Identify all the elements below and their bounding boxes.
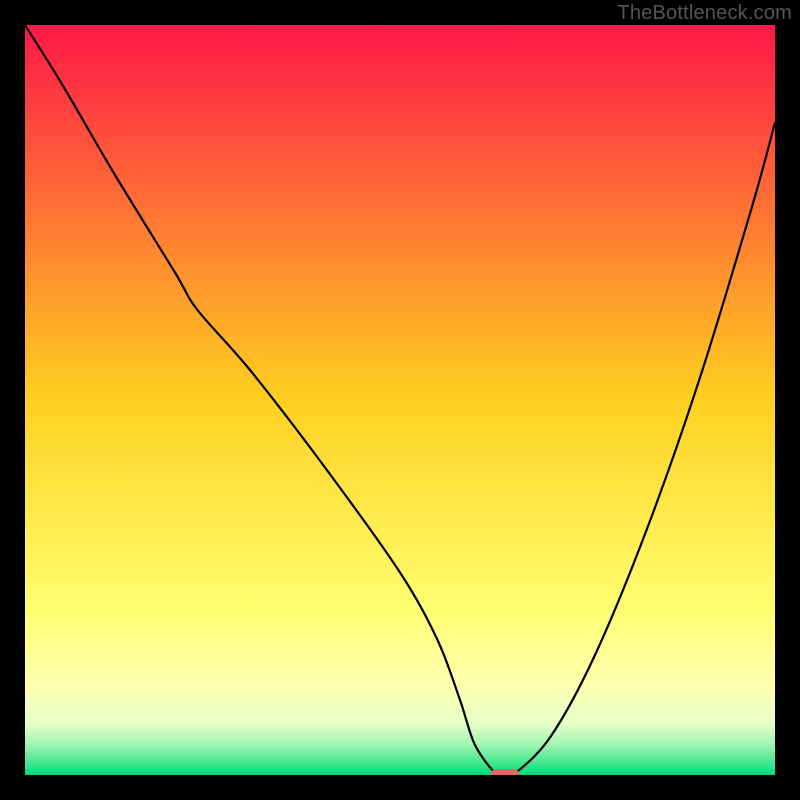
watermark-text: TheBottleneck.com bbox=[617, 2, 792, 25]
chart-svg bbox=[25, 25, 775, 775]
chart-frame bbox=[25, 25, 775, 775]
chart-background-gradient bbox=[25, 25, 775, 775]
optimal-marker bbox=[491, 769, 519, 775]
